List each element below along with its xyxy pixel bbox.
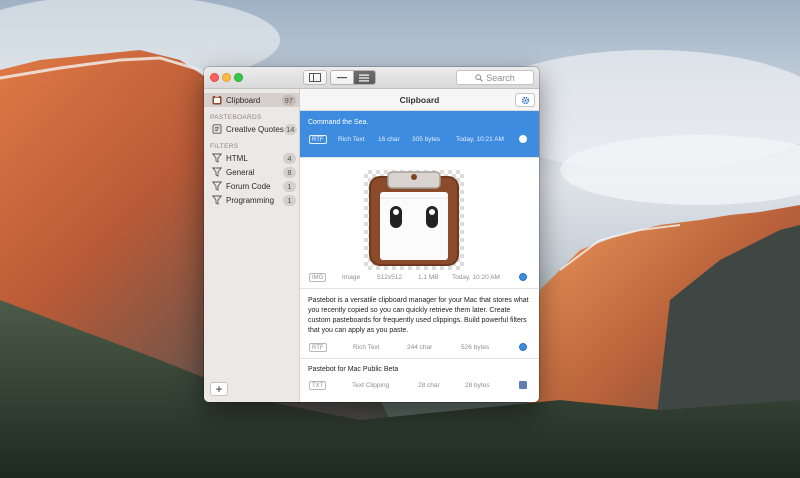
char-count: 16 char: [378, 135, 400, 143]
sidebar-item-creative-quotes[interactable]: Creative Quotes 14: [204, 122, 299, 136]
count-badge: 14: [283, 123, 297, 135]
clipping-item[interactable]: Pastebot for Mac Public Beta TXT Text Cl…: [300, 359, 539, 402]
clipping-meta: IMG Image 512x512 1.1 MB Today, 10:20 AM: [307, 271, 532, 283]
clipping-meta: RTF Rich Text 244 char 526 bytes: [307, 341, 532, 353]
count-badge: 8: [283, 166, 296, 178]
pasteboard-icon: [212, 124, 222, 134]
info-button[interactable]: [519, 135, 527, 143]
timestamp: Today, 10:20 AM: [452, 273, 500, 281]
type-tag: IMG: [309, 272, 327, 282]
filter-icon: [212, 153, 222, 163]
count-badge: 1: [283, 194, 296, 206]
kind-label: Image: [342, 273, 361, 281]
sidebar-item-label: Forum Code: [226, 181, 271, 191]
sidebar-item-forum-code[interactable]: Forum Code 1: [204, 179, 299, 193]
clipping-text: Pastebot for Mac Public Beta: [308, 366, 399, 373]
type-tag: RTF: [309, 134, 327, 144]
clipping-item[interactable]: Command the Sea. RTF Rich Text 16 char 3…: [300, 111, 539, 158]
kind-label: Rich Text: [338, 135, 365, 143]
char-count: 28 char: [418, 381, 440, 389]
type-tag: RTF: [309, 342, 327, 352]
char-count: 244 char: [407, 343, 433, 351]
compact-view-button[interactable]: [331, 71, 354, 84]
pane-header: Clipboard: [300, 89, 539, 111]
view-mode-segmented-control[interactable]: [330, 70, 376, 85]
count-badge: 97: [281, 94, 296, 106]
size-label: 526 bytes: [461, 343, 490, 351]
list-icon: [359, 74, 370, 81]
pane-title: Clipboard: [399, 94, 440, 105]
search-field[interactable]: Search: [456, 70, 534, 85]
toggle-sidebar-button[interactable]: [303, 70, 327, 85]
sidebar-item-html[interactable]: HTML 4: [204, 151, 299, 165]
filters-header: FILTERS: [210, 143, 239, 150]
titlebar: Search: [204, 67, 539, 89]
count-badge: 1: [283, 180, 296, 192]
image-thumbnail: [364, 170, 464, 270]
minimize-window-button[interactable]: [222, 73, 231, 82]
clipping-meta: RTF Rich Text 16 char 305 bytes Today, 1…: [307, 133, 532, 145]
kind-label: Text Clipping: [352, 381, 390, 389]
pasteboards-header: PASTEBOARDS: [210, 114, 262, 121]
filter-icon: [212, 181, 222, 191]
sidebar: Clipboard 97 PASTEBOARDS Creative Quotes…: [204, 89, 300, 402]
add-pasteboard-button[interactable]: +: [210, 382, 228, 396]
app-window: Search Clipboard 97 PASTEBOARDS Creative…: [204, 67, 539, 402]
clipping-text: Pastebot is a versatile clipboard manage…: [308, 297, 529, 334]
sidebar-item-programming[interactable]: Programming 1: [204, 193, 299, 207]
sidebar-item-label: HTML: [226, 153, 248, 163]
timestamp: Today, 10:21 AM: [456, 135, 504, 143]
sidebar-item-label: Programming: [226, 195, 275, 205]
size-label: 28 bytes: [465, 381, 490, 389]
sidebar-icon: [309, 73, 321, 82]
sidebar-item-label: Creative Quotes: [226, 124, 284, 134]
size-label: 1.1 MB: [418, 273, 439, 281]
size-label: 305 bytes: [412, 135, 441, 143]
info-button[interactable]: [519, 273, 527, 281]
pastebot-app-icon: [369, 171, 459, 266]
list-view-button[interactable]: [353, 71, 375, 84]
info-button[interactable]: [519, 343, 527, 351]
filter-icon: [212, 195, 222, 205]
sidebar-item-general[interactable]: General 8: [204, 165, 299, 179]
search-icon: [475, 73, 484, 82]
clipping-meta: TXT Text Clipping 28 char 28 bytes: [307, 379, 532, 391]
count-badge: 4: [283, 152, 296, 164]
zoom-window-button[interactable]: [234, 73, 243, 82]
sidebar-item-label: General: [226, 167, 255, 177]
search-placeholder: Search: [486, 72, 515, 83]
sidebar-item-label: Clipboard: [226, 95, 261, 105]
settings-button[interactable]: [515, 93, 535, 107]
kind-label: Rich Text: [353, 343, 380, 351]
sidebar-item-clipboard[interactable]: Clipboard 97: [204, 93, 299, 107]
type-tag: TXT: [309, 380, 327, 390]
line-icon: [336, 77, 347, 79]
clipping-file-icon: [519, 381, 527, 389]
clipboard-icon: [212, 95, 222, 105]
dimensions-label: 512x512: [377, 273, 402, 281]
clipping-item[interactable]: IMG Image 512x512 1.1 MB Today, 10:20 AM: [300, 158, 539, 289]
clipping-text: Command the Sea.: [308, 119, 369, 126]
filter-icon: [212, 167, 222, 177]
clipping-item[interactable]: Pastebot is a versatile clipboard manage…: [300, 289, 539, 359]
close-window-button[interactable]: [210, 73, 219, 82]
clipboard-pane: Clipboard Command the Sea. RTF Rich Text…: [300, 89, 539, 402]
gear-icon: [521, 96, 529, 104]
